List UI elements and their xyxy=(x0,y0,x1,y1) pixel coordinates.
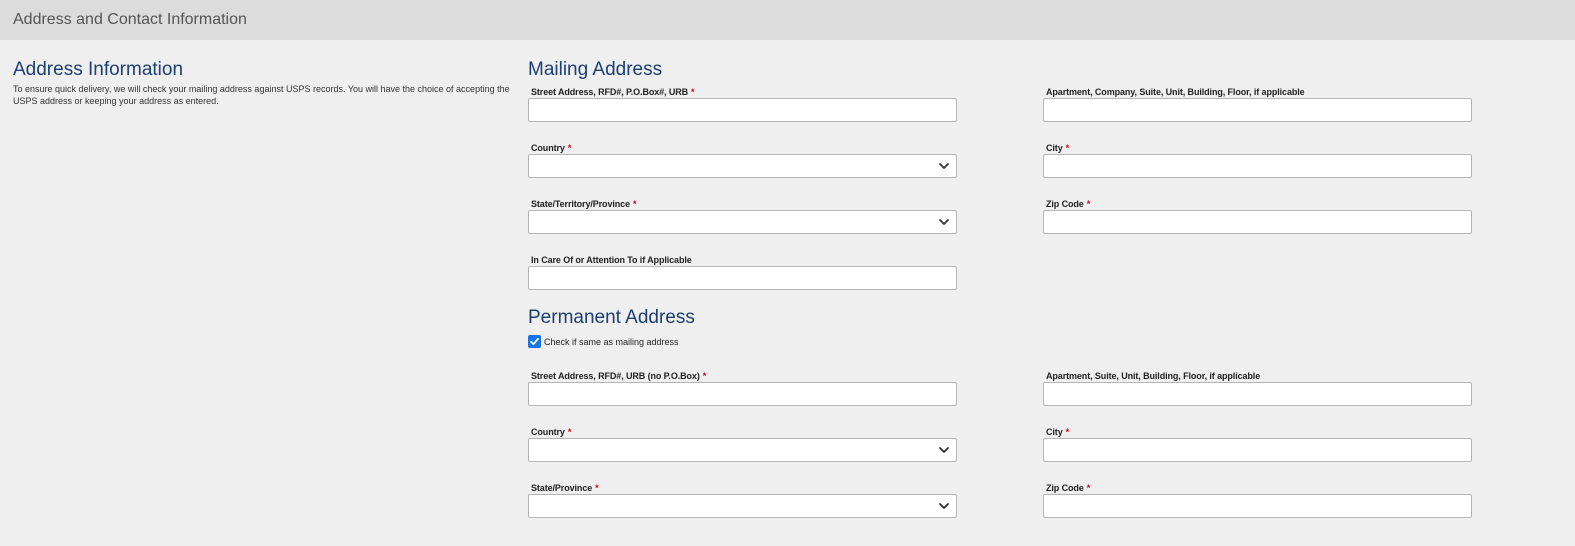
mailing-address-heading: Mailing Address xyxy=(528,59,663,80)
chevron-down-icon xyxy=(939,503,949,509)
chevron-down-icon xyxy=(939,163,949,169)
required-marker: * xyxy=(567,427,572,437)
same-as-mailing-checkbox[interactable] xyxy=(528,335,541,348)
permanent-address-heading: Permanent Address xyxy=(528,307,695,328)
mailing-zip-input[interactable] xyxy=(1043,210,1472,234)
mailing-care-of-input[interactable] xyxy=(528,266,957,290)
page-title: Address and Contact Information xyxy=(13,11,247,28)
permanent-city-input[interactable] xyxy=(1043,438,1472,462)
chevron-down-icon xyxy=(939,219,949,225)
required-marker: * xyxy=(1065,427,1070,437)
mailing-state-label: State/Territory/Province * xyxy=(531,199,637,209)
permanent-street-label-text: Street Address, RFD#, URB (no P.O.Box) xyxy=(531,371,700,381)
address-information-description: To ensure quick delivery, we will check … xyxy=(13,84,510,106)
checkmark-icon xyxy=(530,337,539,346)
mailing-city-label-text: City xyxy=(1046,143,1063,153)
required-marker: * xyxy=(632,199,637,209)
mailing-apartment-input[interactable] xyxy=(1043,98,1472,122)
same-as-mailing-checkbox-row[interactable]: Check if same as mailing address xyxy=(528,335,679,348)
permanent-city-label: City * xyxy=(1046,427,1069,437)
mailing-state-label-text: State/Territory/Province xyxy=(531,199,630,209)
mailing-care-of-label: In Care Of or Attention To if Applicable xyxy=(531,255,692,265)
mailing-zip-label: Zip Code * xyxy=(1046,199,1090,209)
same-as-mailing-label[interactable]: Check if same as mailing address xyxy=(544,337,679,347)
mailing-apartment-label-text: Apartment, Company, Suite, Unit, Buildin… xyxy=(1046,87,1305,97)
permanent-apartment-label: Apartment, Suite, Unit, Building, Floor,… xyxy=(1046,371,1260,381)
mailing-state-select[interactable] xyxy=(528,210,957,234)
mailing-street-input[interactable] xyxy=(528,98,957,122)
required-marker: * xyxy=(1086,483,1091,493)
mailing-zip-label-text: Zip Code xyxy=(1046,199,1084,209)
mailing-street-label-text: Street Address, RFD#, P.O.Box#, URB xyxy=(531,87,689,97)
permanent-apartment-label-text: Apartment, Suite, Unit, Building, Floor,… xyxy=(1046,371,1261,381)
required-marker: * xyxy=(567,143,572,153)
mailing-city-label: City * xyxy=(1046,143,1069,153)
permanent-zip-input[interactable] xyxy=(1043,494,1472,518)
permanent-zip-label: Zip Code * xyxy=(1046,483,1090,493)
mailing-country-select[interactable] xyxy=(528,154,957,178)
mailing-country-label-text: Country xyxy=(531,143,565,153)
permanent-street-label: Street Address, RFD#, URB (no P.O.Box) * xyxy=(531,371,706,381)
permanent-country-label: Country * xyxy=(531,427,571,437)
permanent-street-input[interactable] xyxy=(528,382,957,406)
chevron-down-icon xyxy=(939,447,949,453)
permanent-apartment-input[interactable] xyxy=(1043,382,1472,406)
required-marker: * xyxy=(1086,199,1091,209)
required-marker: * xyxy=(595,483,599,493)
mailing-city-input[interactable] xyxy=(1043,154,1472,178)
mailing-street-label: Street Address, RFD#, P.O.Box#, URB * xyxy=(531,87,695,97)
mailing-apartment-label: Apartment, Company, Suite, Unit, Buildin… xyxy=(1046,87,1305,97)
permanent-city-label-text: City xyxy=(1046,427,1063,437)
permanent-country-label-text: Country xyxy=(531,427,565,437)
permanent-state-label: State/Province * xyxy=(531,483,599,493)
required-marker: * xyxy=(702,371,707,381)
mailing-country-label: Country * xyxy=(531,143,571,153)
required-marker: * xyxy=(691,87,695,97)
permanent-country-select[interactable] xyxy=(528,438,957,462)
required-marker: * xyxy=(1065,143,1070,153)
page-header-bar: Address and Contact Information xyxy=(0,0,1575,40)
permanent-zip-label-text: Zip Code xyxy=(1046,483,1084,493)
permanent-state-select[interactable] xyxy=(528,494,957,518)
mailing-care-of-label-text: In Care Of or Attention To if Applicable xyxy=(531,255,692,265)
address-information-heading: Address Information xyxy=(13,59,184,80)
permanent-state-label-text: State/Province xyxy=(531,483,593,493)
